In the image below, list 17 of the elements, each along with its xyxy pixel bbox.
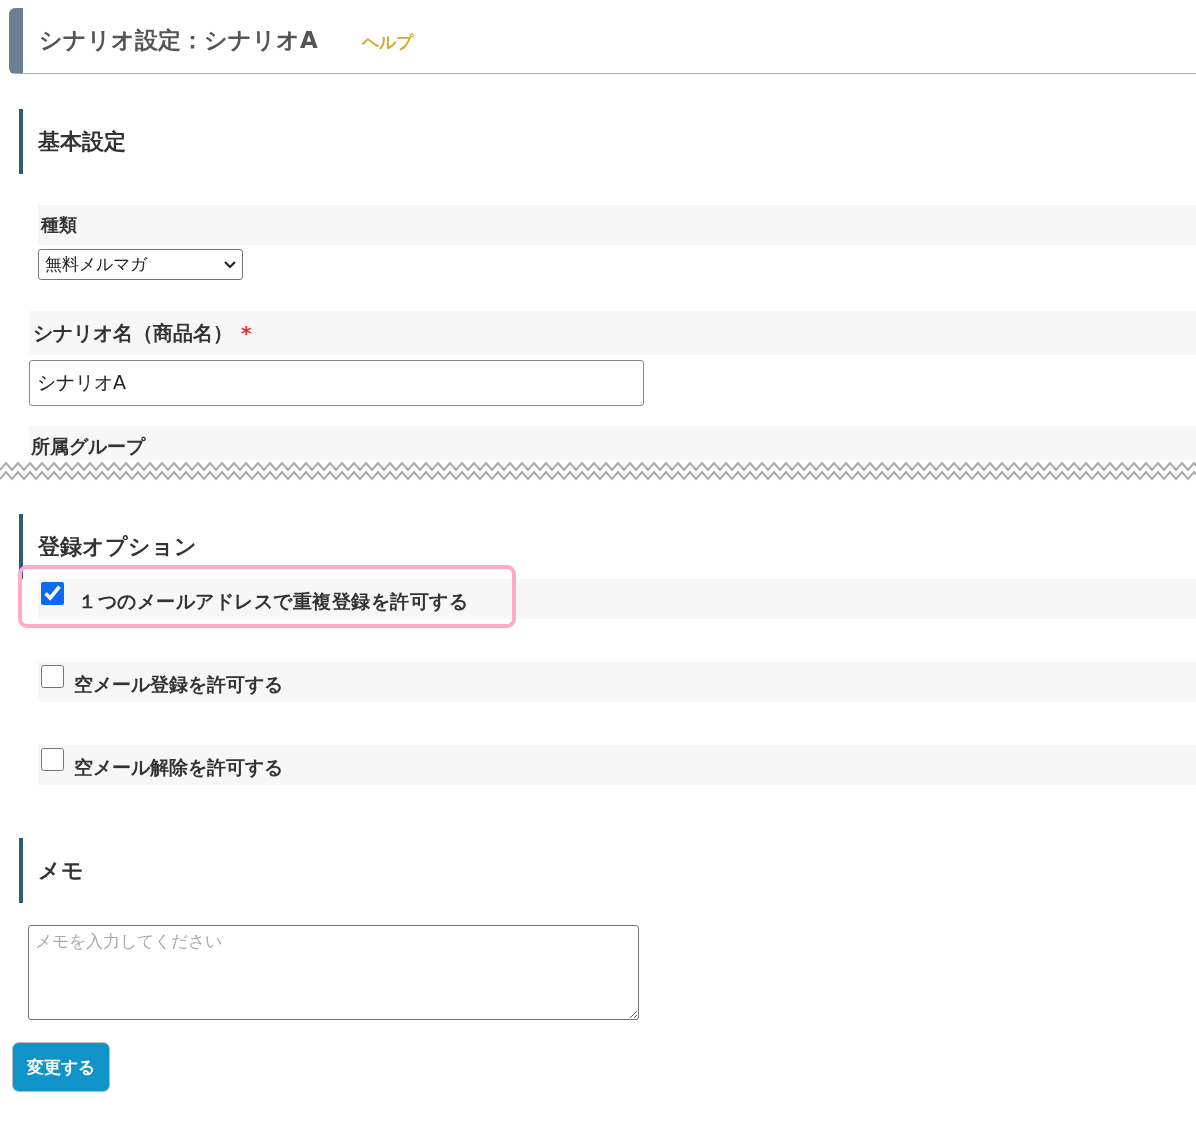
field-label: 種類 bbox=[41, 213, 77, 237]
checkbox[interactable] bbox=[41, 748, 64, 771]
checkbox[interactable] bbox=[41, 582, 64, 605]
required-mark: * bbox=[241, 321, 252, 345]
field-label: 所属グループ bbox=[31, 434, 145, 459]
option-label: 空メール解除を許可する bbox=[74, 755, 283, 780]
memo-field[interactable]: メモを入力してください bbox=[28, 925, 639, 1020]
scenario-name-field[interactable]: シナリオA bbox=[29, 360, 644, 406]
section-heading: 基本設定 bbox=[19, 109, 126, 174]
field-label: シナリオ名（商品名） bbox=[33, 319, 233, 347]
page-title: シナリオ設定：シナリオA bbox=[39, 26, 318, 55]
checkbox[interactable] bbox=[41, 665, 64, 688]
option-label: 空メール登録を許可する bbox=[74, 672, 283, 697]
option-label: １つのメールアドレスで重複登録を許可する bbox=[78, 589, 468, 614]
type-select[interactable]: 無料メルマガ bbox=[38, 249, 243, 280]
chevron-down-icon bbox=[224, 260, 236, 269]
section-heading: メモ bbox=[19, 838, 84, 903]
